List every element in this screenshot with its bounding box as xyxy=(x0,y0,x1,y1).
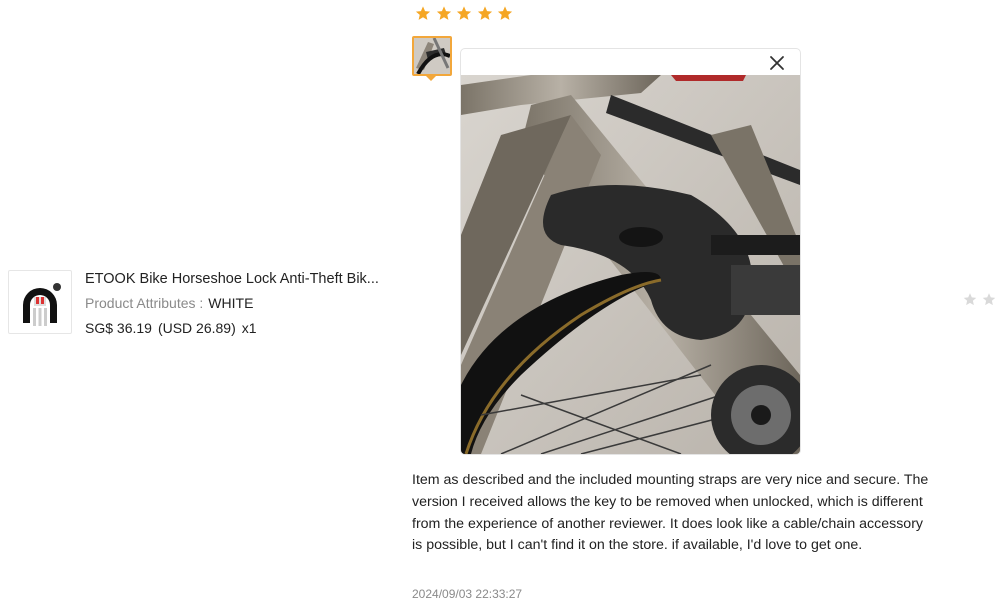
image-preview-card xyxy=(460,48,801,455)
attributes-value: WHITE xyxy=(208,295,254,311)
star-icon xyxy=(415,6,431,20)
review-photo[interactable] xyxy=(461,75,800,454)
star-icon xyxy=(982,293,996,306)
product-info: ETOOK Bike Horseshoe Lock Anti-Theft Bik… xyxy=(85,270,385,337)
review-image-thumbnail[interactable] xyxy=(412,36,452,76)
product-summary: ETOOK Bike Horseshoe Lock Anti-Theft Bik… xyxy=(8,270,385,337)
product-price: SG$ 36.19 (USD 26.89) x1 xyxy=(85,319,385,337)
star-icon xyxy=(963,293,977,306)
horseshoe-lock-icon xyxy=(23,283,61,326)
product-title[interactable]: ETOOK Bike Horseshoe Lock Anti-Theft Bik… xyxy=(85,270,385,288)
review-star-rating xyxy=(414,5,517,22)
star-icon xyxy=(497,6,513,20)
quantity: x1 xyxy=(241,320,257,336)
star-icon xyxy=(477,6,492,20)
attributes-label: Product Attributes : xyxy=(85,295,204,311)
review-date: 2024/09/03 22:33:27 xyxy=(412,587,523,601)
product-attributes: Product Attributes : WHITE xyxy=(85,294,385,312)
bike-photo-thumbnail xyxy=(414,38,450,74)
star-icon xyxy=(436,6,451,20)
price-local: SG$ 36.19 xyxy=(85,320,152,336)
product-thumbnail[interactable] xyxy=(8,270,72,334)
star-icon xyxy=(456,6,472,20)
close-icon xyxy=(770,56,784,70)
review-text: Item as described and the included mount… xyxy=(412,472,929,554)
side-star-rating xyxy=(962,292,1000,307)
review-page: ETOOK Bike Horseshoe Lock Anti-Theft Bik… xyxy=(0,0,1002,609)
thumbnail-selected-caret xyxy=(424,74,438,81)
close-button[interactable] xyxy=(768,54,786,72)
price-usd: (USD 26.89) xyxy=(157,320,236,336)
